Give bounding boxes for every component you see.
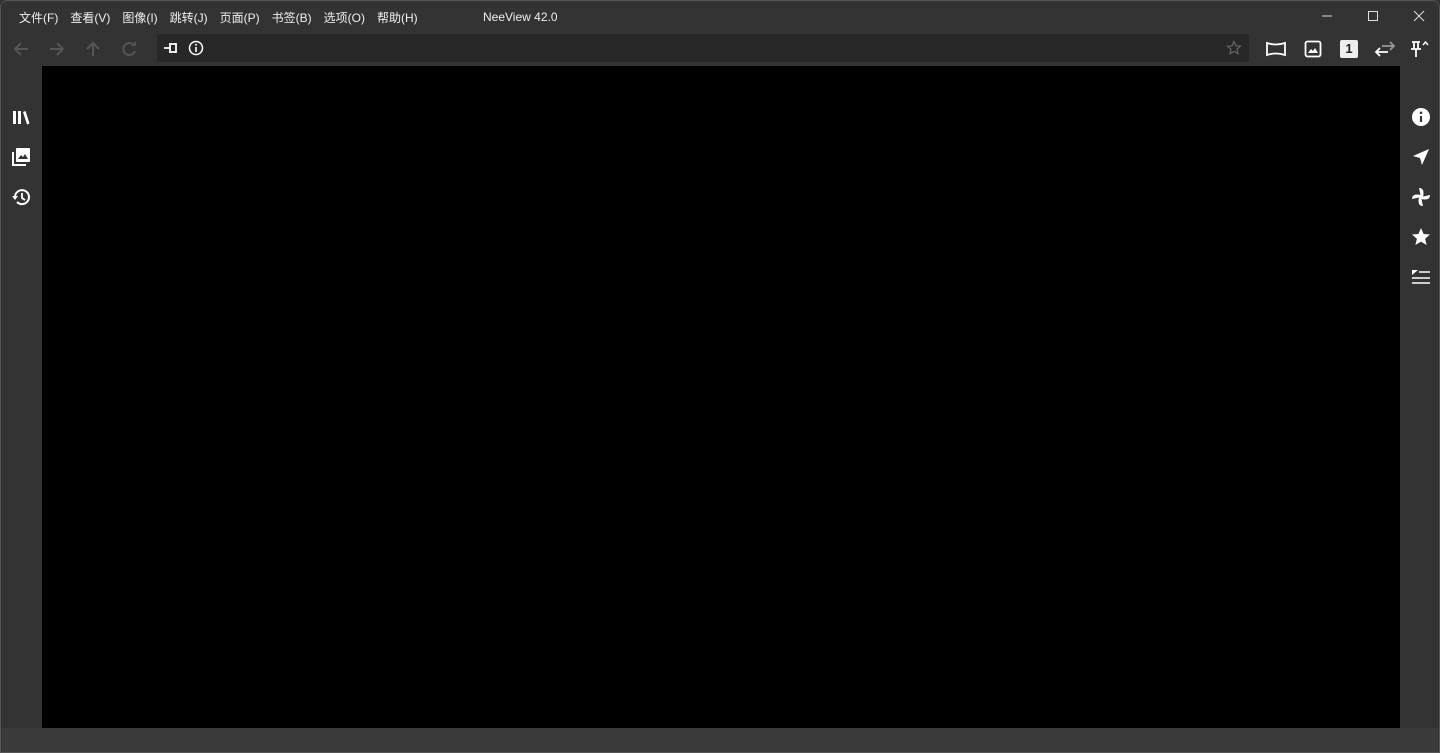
sidebar-playlist[interactable] — [1401, 262, 1439, 292]
pushpin-icon — [1411, 40, 1429, 57]
close-button[interactable] — [1396, 1, 1439, 31]
swap-arrows-icon — [1374, 41, 1396, 57]
status-bar — [1, 728, 1439, 752]
menu-jump[interactable]: 跳转(J) — [164, 9, 214, 26]
checklist-icon — [1412, 270, 1430, 284]
menu-image[interactable]: 图像(I) — [116, 9, 163, 26]
sidebar-bookshelf[interactable] — [1, 102, 41, 132]
back-button[interactable] — [8, 37, 34, 61]
address-bar[interactable] — [157, 34, 1249, 62]
image-icon — [1304, 40, 1322, 58]
navigation-icon — [1413, 149, 1429, 165]
menu-options[interactable]: 选项(O) — [318, 9, 371, 26]
arrow-left-icon — [13, 42, 28, 56]
pin-toolbar-button[interactable] — [1407, 37, 1433, 61]
arrow-up-icon — [86, 41, 100, 56]
single-page-button[interactable]: 1 — [1336, 37, 1362, 61]
info-filled-icon — [1412, 108, 1430, 126]
sidebar-information[interactable] — [1401, 102, 1439, 132]
pinwheel-icon — [1412, 188, 1430, 206]
menu-file[interactable]: 文件(F) — [13, 9, 64, 26]
page-number-badge: 1 — [1340, 40, 1358, 58]
refresh-icon — [122, 41, 136, 57]
maximize-button[interactable] — [1350, 1, 1396, 31]
sidebar-pages[interactable] — [1, 142, 41, 172]
star-icon — [1412, 228, 1430, 245]
page-mode-button[interactable] — [1263, 37, 1289, 61]
up-button[interactable] — [80, 37, 106, 61]
image-view-button[interactable] — [1300, 37, 1326, 61]
history-icon — [12, 189, 30, 206]
app-window: 文件(F) 查看(V) 图像(I) 跳转(J) 页面(P) 书签(B) 选项(O… — [0, 0, 1440, 753]
refresh-button[interactable] — [116, 37, 142, 61]
sidebar-navigator[interactable] — [1401, 142, 1439, 172]
forward-button[interactable] — [44, 37, 70, 61]
library-icon — [13, 111, 30, 125]
menu-bookmark[interactable]: 书签(B) — [266, 9, 318, 26]
menu-page[interactable]: 页面(P) — [214, 9, 266, 26]
sidebar-effects[interactable] — [1401, 182, 1439, 212]
arrow-right-icon — [50, 42, 65, 56]
window-title: NeeView 42.0 — [483, 10, 558, 24]
sidebar-bookmarks[interactable] — [1401, 222, 1439, 252]
panorama-icon — [1266, 41, 1286, 57]
image-viewer[interactable] — [42, 66, 1400, 728]
title-bar: 文件(F) 查看(V) 图像(I) 跳转(J) 页面(P) 书签(B) 选项(O… — [1, 1, 1439, 33]
photo-library-icon — [12, 148, 30, 166]
bookmark-star-icon[interactable] — [1226, 40, 1242, 56]
info-icon[interactable] — [188, 40, 204, 56]
reading-direction-button[interactable] — [1372, 37, 1398, 61]
menu-bar: 文件(F) 查看(V) 图像(I) 跳转(J) 页面(P) 书签(B) 选项(O… — [13, 9, 424, 26]
menu-view[interactable]: 查看(V) — [64, 9, 116, 26]
menu-help[interactable]: 帮助(H) — [371, 9, 424, 26]
minimize-button[interactable] — [1304, 1, 1350, 31]
sidebar-history[interactable] — [1, 182, 41, 212]
toolbar: 1 — [1, 33, 1439, 66]
pin-icon[interactable] — [163, 40, 179, 56]
